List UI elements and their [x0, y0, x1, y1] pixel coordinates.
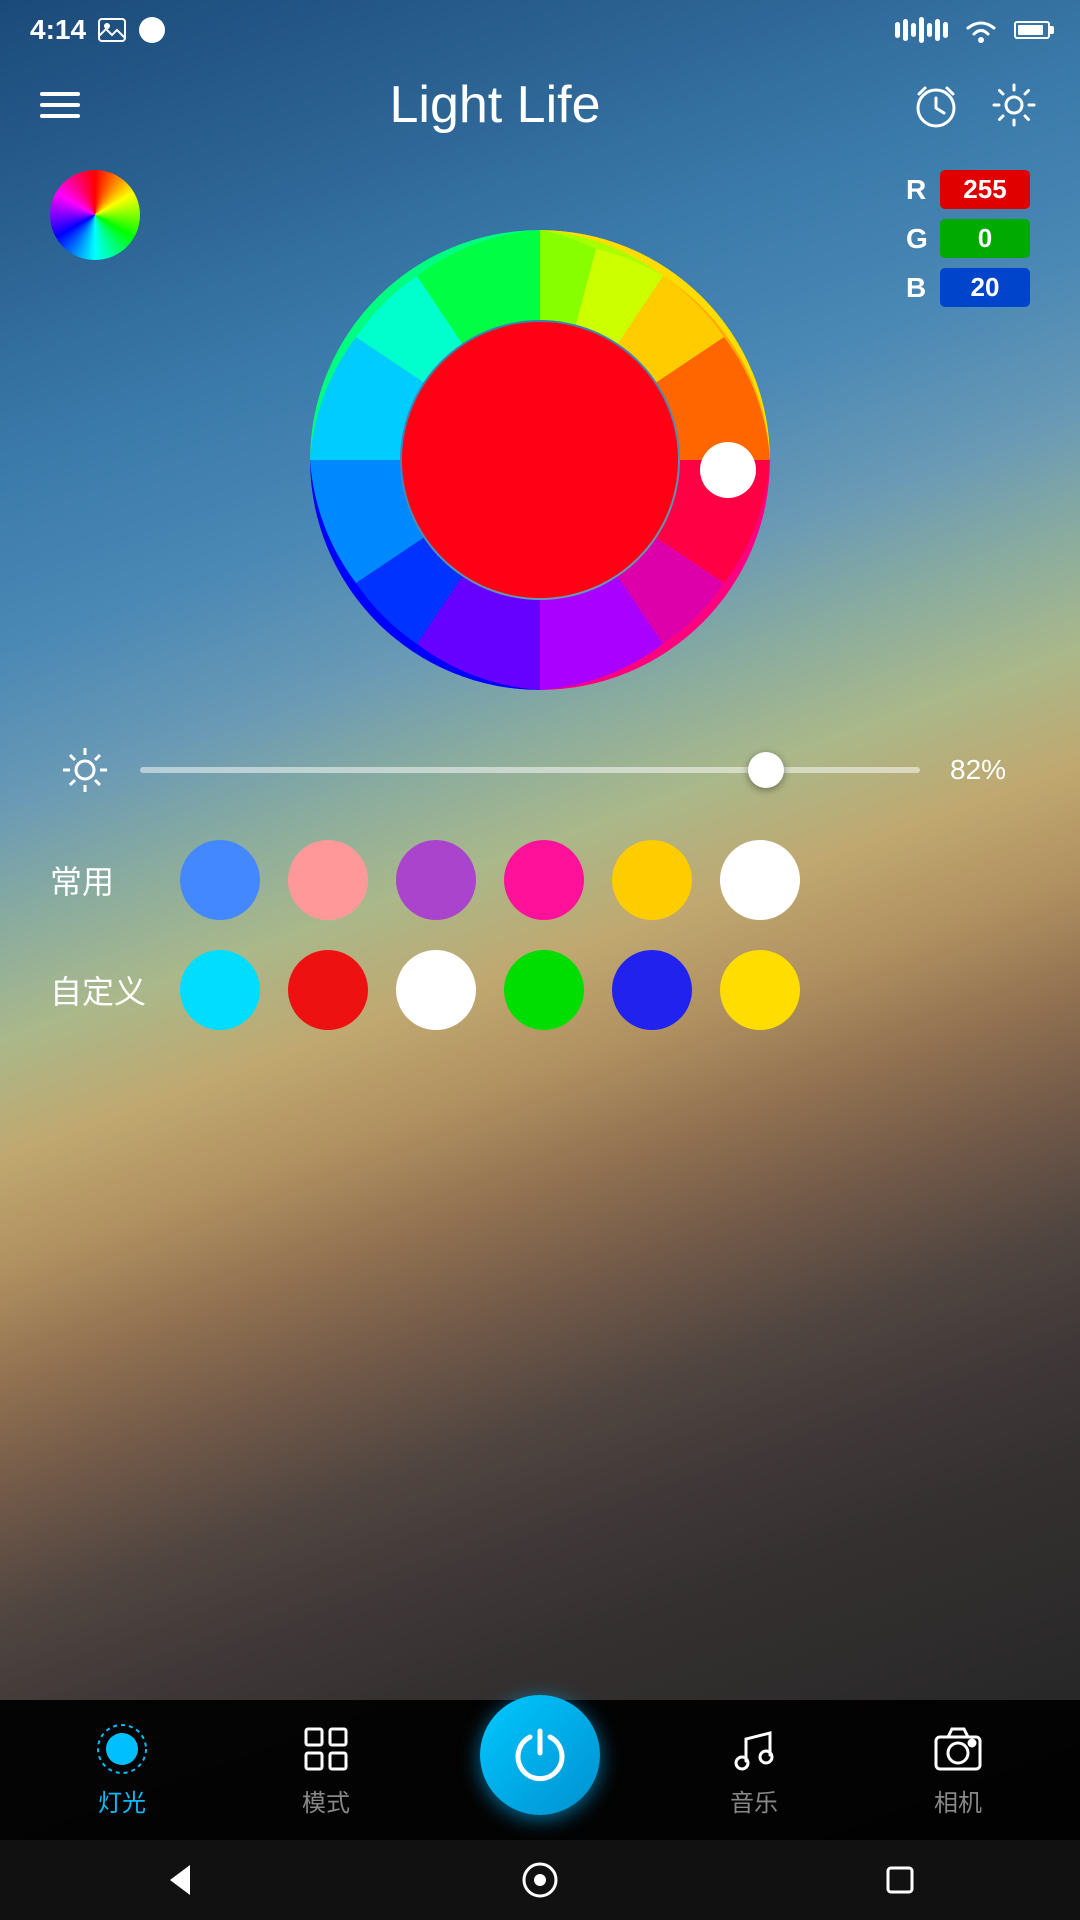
color-picker-area: R 255 G 0 B 20 — [0, 150, 1080, 730]
common-dot-3[interactable] — [504, 840, 584, 920]
status-bar: 4:14 — [0, 0, 1080, 60]
color-wheel-svg — [280, 200, 800, 720]
nav-lights-label: 灯光 — [98, 1783, 146, 1818]
brightness-area: 82% — [0, 730, 1080, 810]
brightness-value: 82% — [950, 754, 1020, 786]
r-label: R — [906, 174, 926, 206]
power-button[interactable] — [480, 1695, 600, 1815]
custom-dot-2[interactable] — [396, 950, 476, 1030]
custom-dot-5[interactable] — [720, 950, 800, 1030]
g-value[interactable]: 0 — [940, 219, 1030, 258]
brightness-icon — [60, 745, 110, 795]
rgb-values: R 255 G 0 B 20 — [906, 170, 1030, 307]
home-button[interactable] — [510, 1850, 570, 1910]
rgb-g-row: G 0 — [906, 219, 1030, 258]
wifi-icon — [962, 16, 1000, 44]
time-display: 4:14 — [30, 14, 86, 46]
g-label: G — [906, 223, 926, 255]
bottom-nav: 灯光 模式 音乐 — [0, 1700, 1080, 1840]
common-dot-0[interactable] — [180, 840, 260, 920]
common-dot-2[interactable] — [396, 840, 476, 920]
custom-dots — [180, 950, 1030, 1030]
status-time-area: 4:14 — [30, 14, 166, 46]
selected-color-display — [402, 322, 678, 598]
presets-area: 常用 自定义 — [0, 810, 1080, 1090]
vibrate-icon — [895, 17, 948, 43]
brightness-slider[interactable] — [140, 767, 920, 773]
common-dot-4[interactable] — [612, 840, 692, 920]
custom-dot-1[interactable] — [288, 950, 368, 1030]
nav-camera-icon — [932, 1723, 984, 1775]
nav-modes-label: 模式 — [302, 1783, 350, 1818]
b-value[interactable]: 20 — [940, 268, 1030, 307]
custom-label: 自定义 — [50, 967, 150, 1013]
custom-dot-3[interactable] — [504, 950, 584, 1030]
brightness-thumb[interactable] — [748, 752, 784, 788]
sys-nav — [0, 1840, 1080, 1920]
nav-music-label: 音乐 — [730, 1783, 778, 1818]
nav-lights-icon — [96, 1723, 148, 1775]
notification-icon — [138, 16, 166, 44]
nav-modes[interactable]: 模式 — [276, 1723, 376, 1818]
nav-camera-label: 相机 — [934, 1783, 982, 1818]
nav-music-icon — [728, 1723, 780, 1775]
common-label: 常用 — [50, 857, 150, 903]
common-dot-5[interactable] — [720, 840, 800, 920]
custom-dot-4[interactable] — [612, 950, 692, 1030]
nav-camera[interactable]: 相机 — [908, 1723, 1008, 1818]
color-sphere[interactable] — [50, 170, 140, 260]
menu-button[interactable] — [40, 92, 80, 118]
nav-power[interactable] — [480, 1725, 600, 1815]
header-icons — [910, 79, 1040, 131]
rgb-b-row: B 20 — [906, 268, 1030, 307]
r-value[interactable]: 255 — [940, 170, 1030, 209]
color-wheel[interactable] — [280, 200, 800, 720]
common-colors-row: 常用 — [50, 840, 1030, 920]
nav-music[interactable]: 音乐 — [704, 1723, 804, 1818]
status-right-icons — [895, 16, 1050, 44]
nav-modes-icon — [300, 1723, 352, 1775]
nav-lights[interactable]: 灯光 — [72, 1723, 172, 1818]
alarm-button[interactable] — [910, 79, 962, 131]
battery-icon — [1014, 21, 1050, 39]
custom-dot-0[interactable] — [180, 950, 260, 1030]
back-button[interactable] — [150, 1850, 210, 1910]
rgb-r-row: R 255 — [906, 170, 1030, 209]
common-dot-1[interactable] — [288, 840, 368, 920]
image-icon — [98, 18, 126, 42]
custom-colors-row: 自定义 — [50, 950, 1030, 1030]
settings-button[interactable] — [988, 79, 1040, 131]
b-label: B — [906, 272, 926, 304]
common-dots — [180, 840, 1030, 920]
header: Light Life — [0, 60, 1080, 150]
app-title: Light Life — [389, 75, 600, 135]
recent-button[interactable] — [870, 1850, 930, 1910]
color-wheel-handle[interactable] — [700, 442, 756, 498]
